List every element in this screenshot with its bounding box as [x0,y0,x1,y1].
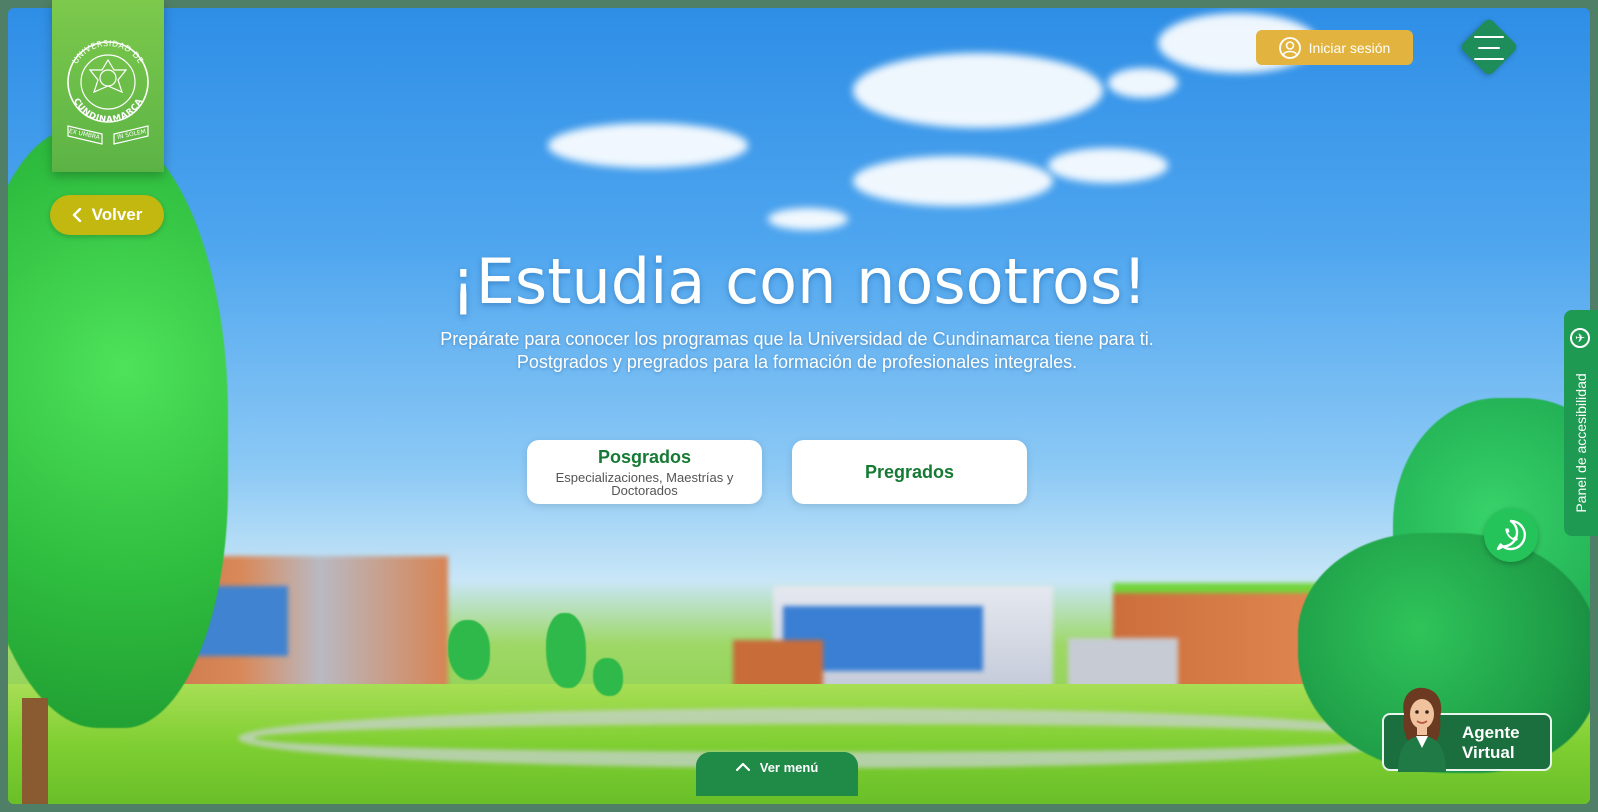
back-button[interactable]: Volver [50,195,164,235]
pregrados-label: Pregrados [864,461,955,482]
chevron-left-icon [72,208,81,222]
accessibility-icon: ✈ [1570,328,1590,348]
posgrados-label: Posgrados [597,447,692,467]
campus-scene [8,8,1590,804]
cloud [853,156,1053,206]
chevron-up-icon [735,762,750,772]
accessibility-panel-tab[interactable]: ✈ Panel de accesibilidad [1564,310,1598,536]
cloud [853,53,1103,128]
cloud [548,123,748,168]
svg-text:IN SOLEM: IN SOLEM [117,128,147,141]
virtual-agent-line2: Virtual [1462,743,1515,762]
cloud [768,208,848,230]
cloud [1048,148,1168,183]
svg-text:CUNDINAMARCA: CUNDINAMARCA [71,97,145,125]
whatsapp-button[interactable] [1484,508,1538,562]
university-logo[interactable]: UNIVERSIDAD DE CUNDINAMARCA EX UMBRA IN … [52,0,164,172]
cloud [1108,68,1178,98]
pregrados-button[interactable]: Pregrados [792,440,1027,504]
virtual-agent-line1: Agente [1462,723,1520,742]
tree-trunk [22,698,48,804]
posgrados-detail: Especializaciones, Maestrías y Doctorado… [555,470,734,498]
tree-small [593,658,623,696]
back-button-label: Volver [91,205,143,224]
show-menu-label: Ver menú [759,760,819,775]
accessibility-panel-label: Panel de accesibilidad [1573,373,1589,513]
tree-small [448,620,490,680]
posgrados-button[interactable]: Posgrados Especializaciones, Maestrías y… [527,440,762,504]
whatsapp-icon [1496,519,1526,551]
login-button-label: Iniciar sesión [1308,39,1391,56]
user-icon [1278,36,1301,59]
hamburger-icon[interactable] [1474,36,1504,60]
virtual-agent-avatar [1398,687,1446,772]
page-title: ¡Estudia con nosotros! [450,245,1148,318]
page-subtitle: Prepárate para conocer los programas que… [440,329,1154,372]
login-button[interactable]: Iniciar sesión [1256,30,1413,65]
virtual-agent-label: Agente Virtual [1462,723,1520,763]
tree-small [546,613,586,688]
show-menu-button[interactable]: Ver menú [696,752,858,796]
university-seal-icon: UNIVERSIDAD DE CUNDINAMARCA EX UMBRA IN … [67,39,149,145]
